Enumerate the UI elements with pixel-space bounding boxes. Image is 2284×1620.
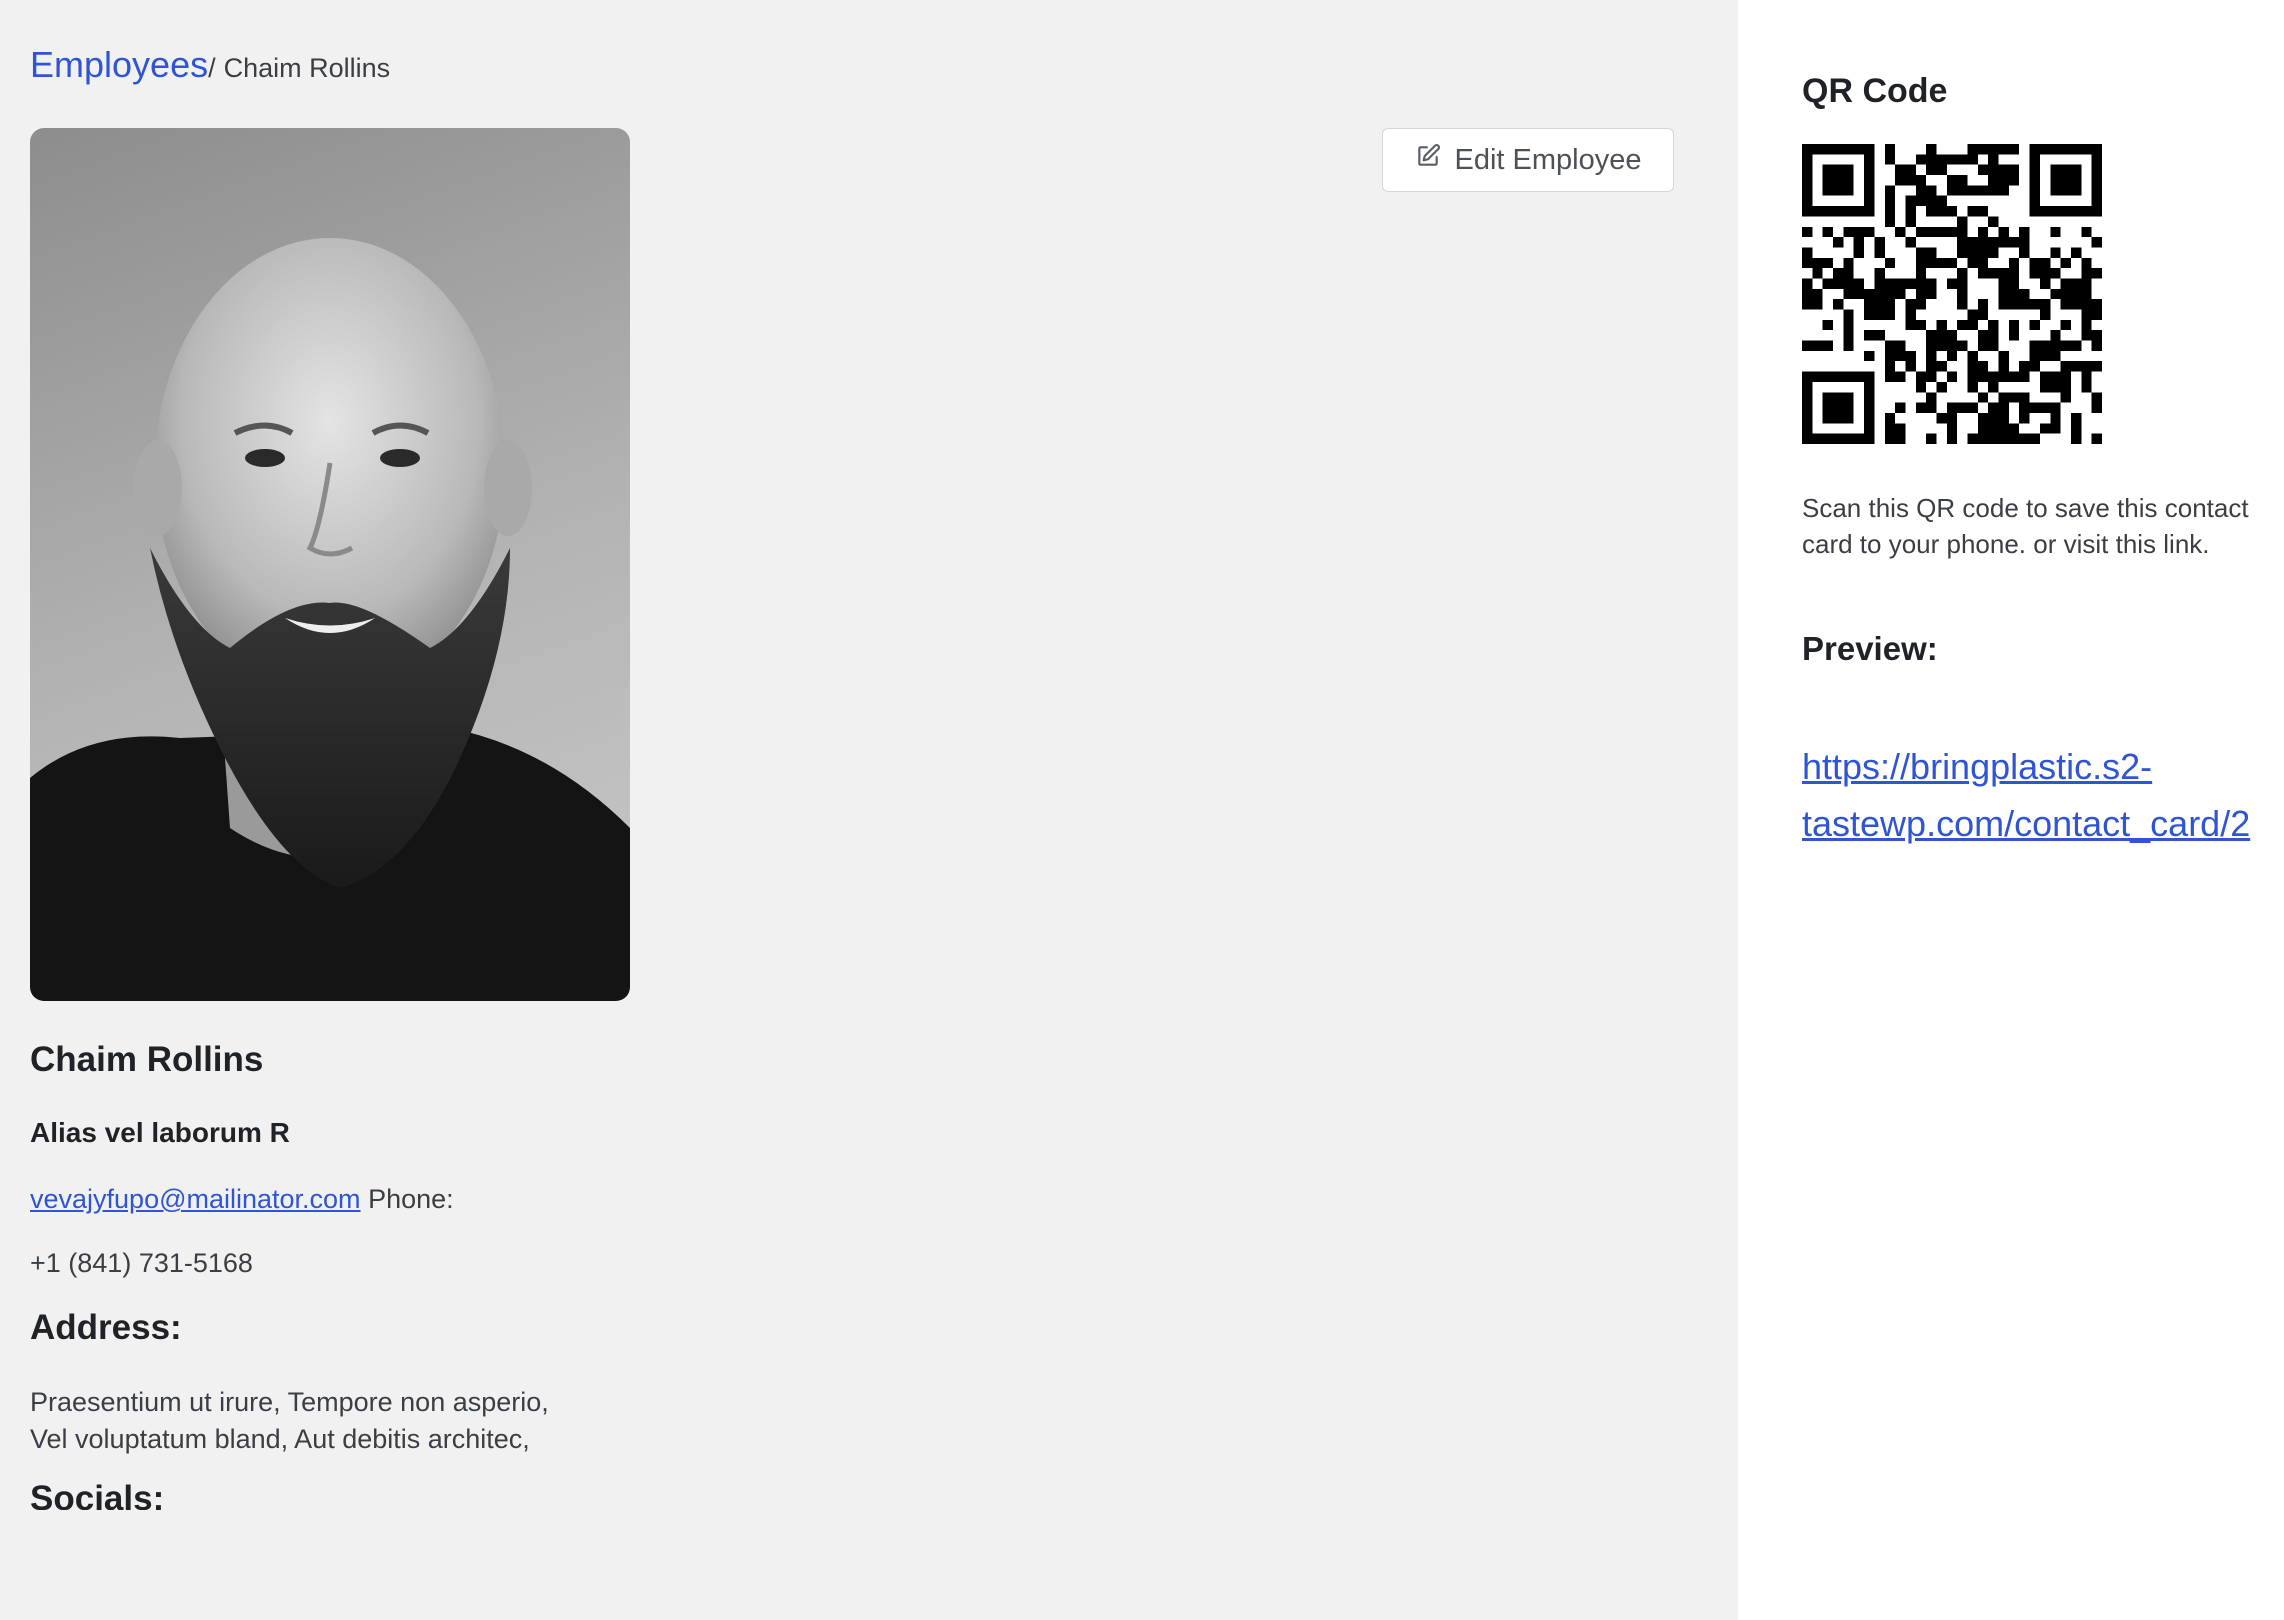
- phone-label: Phone:: [368, 1184, 454, 1214]
- breadcrumb: Employees / Chaim Rollins: [30, 44, 390, 86]
- portrait-image: [30, 238, 630, 1001]
- qr-code-description: Scan this QR code to save this contact c…: [1802, 493, 2249, 559]
- socials-section: Socials:: [30, 1480, 630, 1510]
- qr-code-graphic: [1802, 144, 2102, 444]
- breadcrumb-current: Chaim Rollins: [223, 53, 391, 83]
- address-block: Praesentium ut irure, Tempore non asperi…: [30, 1384, 549, 1458]
- address-line-1: Praesentium ut irure, Tempore non asperi…: [30, 1387, 549, 1417]
- address-line-2: Vel voluptatum bland, Aut debitis archit…: [30, 1424, 530, 1454]
- qr-code-title: QR Code: [1802, 72, 1948, 110]
- contact-line: vevajyfupo@mailinator.com Phone:: [30, 1184, 454, 1215]
- socials-heading: Socials:: [30, 1480, 165, 1510]
- edit-employee-button[interactable]: Edit Employee: [1382, 128, 1674, 192]
- employee-title: Alias vel laborum R: [30, 1117, 290, 1148]
- preview-heading: Preview:: [1802, 630, 1938, 667]
- employee-name: Chaim Rollins: [30, 1040, 264, 1079]
- edit-icon: [1415, 143, 1441, 177]
- main-content: Employees / Chaim Rollins Edit Employee …: [0, 0, 1738, 1620]
- email-link[interactable]: vevajyfupo@mailinator.com: [30, 1184, 361, 1214]
- phone-number: +1 (841) 731-5168: [30, 1248, 253, 1278]
- breadcrumb-employees-link[interactable]: Employees: [30, 44, 208, 86]
- address-heading: Address:: [30, 1308, 182, 1347]
- breadcrumb-separator: /: [208, 53, 216, 83]
- employee-photo: [30, 128, 630, 1001]
- preview-link[interactable]: https://bringplastic.s2-tastewp.com/cont…: [1802, 738, 2282, 852]
- qr-sidebar: QR Code Scan this QR code to save this c…: [1738, 0, 2284, 1620]
- edit-employee-label: Edit Employee: [1454, 143, 1642, 176]
- qr-code-image: [1802, 144, 2102, 444]
